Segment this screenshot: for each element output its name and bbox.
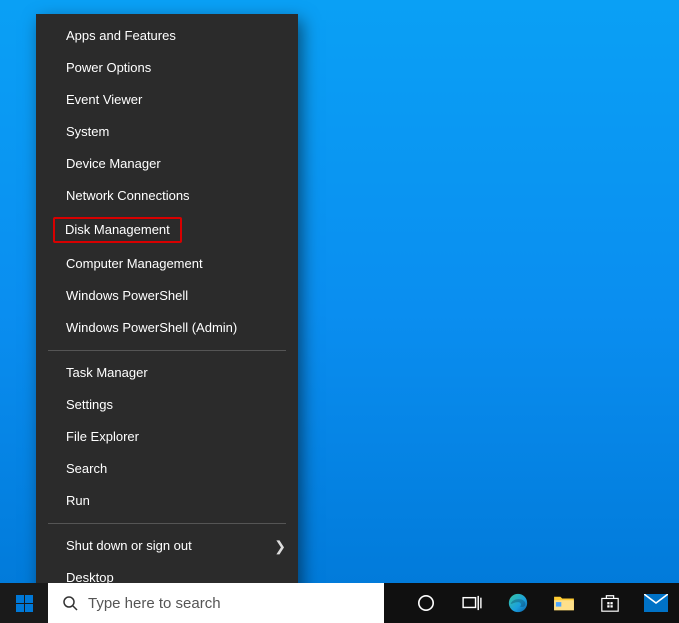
taskbar-search[interactable]: Type here to search xyxy=(48,583,384,623)
menu-item-label: Search xyxy=(66,461,107,476)
winx-context-menu: Apps and Features Power Options Event Vi… xyxy=(36,14,298,598)
menu-item-power-options[interactable]: Power Options xyxy=(36,52,298,84)
taskbar: Type here to search xyxy=(0,583,679,623)
menu-item-event-viewer[interactable]: Event Viewer xyxy=(36,84,298,116)
menu-item-network-connections[interactable]: Network Connections xyxy=(36,180,298,212)
highlight-box: Disk Management xyxy=(53,217,182,243)
menu-item-label: Power Options xyxy=(66,60,151,75)
menu-item-windows-powershell[interactable]: Windows PowerShell xyxy=(36,280,298,312)
menu-item-windows-powershell-admin[interactable]: Windows PowerShell (Admin) xyxy=(36,312,298,344)
menu-item-apps-and-features[interactable]: Apps and Features xyxy=(36,20,298,52)
mail-app-icon[interactable] xyxy=(633,583,679,623)
menu-item-label: Settings xyxy=(66,397,113,412)
menu-item-label: Event Viewer xyxy=(66,92,142,107)
cortana-button[interactable] xyxy=(403,583,449,623)
menu-item-system[interactable]: System xyxy=(36,116,298,148)
menu-item-label: Disk Management xyxy=(65,222,170,237)
menu-item-label: Shut down or sign out xyxy=(66,538,192,553)
menu-item-label: File Explorer xyxy=(66,429,139,444)
menu-item-label: System xyxy=(66,124,109,139)
task-view-button[interactable] xyxy=(449,583,495,623)
edge-browser-icon[interactable] xyxy=(495,583,541,623)
menu-item-label: Network Connections xyxy=(66,188,190,203)
menu-item-settings[interactable]: Settings xyxy=(36,389,298,421)
menu-item-label: Task Manager xyxy=(66,365,148,380)
menu-item-search[interactable]: Search xyxy=(36,453,298,485)
menu-item-file-explorer[interactable]: File Explorer xyxy=(36,421,298,453)
menu-item-disk-management[interactable]: Disk Management xyxy=(36,212,298,248)
menu-item-run[interactable]: Run xyxy=(36,485,298,517)
file-explorer-icon[interactable] xyxy=(541,583,587,623)
taskbar-icons xyxy=(403,583,679,623)
menu-item-computer-management[interactable]: Computer Management xyxy=(36,248,298,280)
menu-item-device-manager[interactable]: Device Manager xyxy=(36,148,298,180)
menu-item-label: Windows PowerShell xyxy=(66,288,188,303)
menu-item-label: Computer Management xyxy=(66,256,203,271)
menu-item-label: Device Manager xyxy=(66,156,161,171)
microsoft-store-icon[interactable] xyxy=(587,583,633,623)
menu-separator xyxy=(48,523,286,524)
search-icon xyxy=(62,595,78,611)
search-placeholder: Type here to search xyxy=(88,595,221,612)
menu-item-shut-down-or-sign-out[interactable]: Shut down or sign out ❯ xyxy=(36,530,298,562)
menu-item-label: Run xyxy=(66,493,90,508)
menu-item-label: Windows PowerShell (Admin) xyxy=(66,320,237,335)
start-button[interactable] xyxy=(0,583,48,623)
windows-logo-icon xyxy=(16,595,33,612)
menu-separator xyxy=(48,350,286,351)
submenu-arrow-icon: ❯ xyxy=(274,539,286,553)
menu-item-label: Apps and Features xyxy=(66,28,176,43)
menu-item-task-manager[interactable]: Task Manager xyxy=(36,357,298,389)
